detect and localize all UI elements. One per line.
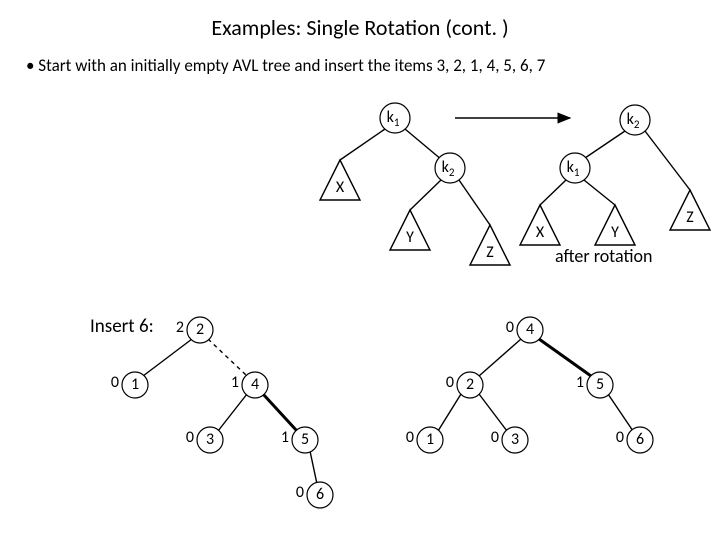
- svg-text:0: 0: [296, 483, 304, 502]
- svg-text:6: 6: [316, 485, 324, 504]
- svg-text:0: 0: [616, 428, 624, 447]
- svg-text:1: 1: [426, 430, 434, 449]
- svg-text:1: 1: [131, 375, 139, 394]
- svg-text:Y: Y: [611, 223, 619, 242]
- diagram-svg: k1 X k2 Y Z k2 k1 X Y: [0, 0, 720, 540]
- svg-text:2: 2: [176, 318, 184, 337]
- svg-text:0: 0: [491, 428, 499, 447]
- abstract-before: k1 X k2 Y Z: [320, 103, 510, 265]
- svg-text:5: 5: [596, 375, 604, 394]
- svg-text:0: 0: [406, 428, 414, 447]
- svg-text:4: 4: [526, 320, 534, 339]
- svg-text:0: 0: [111, 373, 119, 392]
- svg-text:1: 1: [281, 428, 289, 447]
- avl-after: 4 0 2 0 5 1 1 0 3 0 6 0: [406, 317, 653, 453]
- svg-text:0: 0: [186, 428, 194, 447]
- svg-text:0: 0: [506, 318, 514, 337]
- svg-text:X: X: [336, 178, 345, 197]
- svg-text:5: 5: [301, 430, 309, 449]
- svg-text:2: 2: [196, 320, 204, 339]
- svg-text:3: 3: [206, 430, 214, 449]
- svg-text:3: 3: [511, 430, 519, 449]
- abstract-after: k2 k1 X Y Z: [520, 105, 710, 245]
- svg-text:1: 1: [576, 373, 584, 392]
- svg-text:6: 6: [636, 430, 644, 449]
- svg-text:2: 2: [466, 375, 474, 394]
- svg-text:X: X: [536, 223, 545, 242]
- svg-text:1: 1: [231, 373, 239, 392]
- avl-before: 2 2 1 0 4 1 3 0 5 1 6 0: [111, 317, 333, 508]
- svg-text:0: 0: [446, 373, 454, 392]
- svg-text:Z: Z: [686, 208, 694, 227]
- svg-text:Y: Y: [406, 228, 414, 247]
- svg-text:4: 4: [251, 375, 259, 394]
- svg-text:Z: Z: [486, 243, 494, 262]
